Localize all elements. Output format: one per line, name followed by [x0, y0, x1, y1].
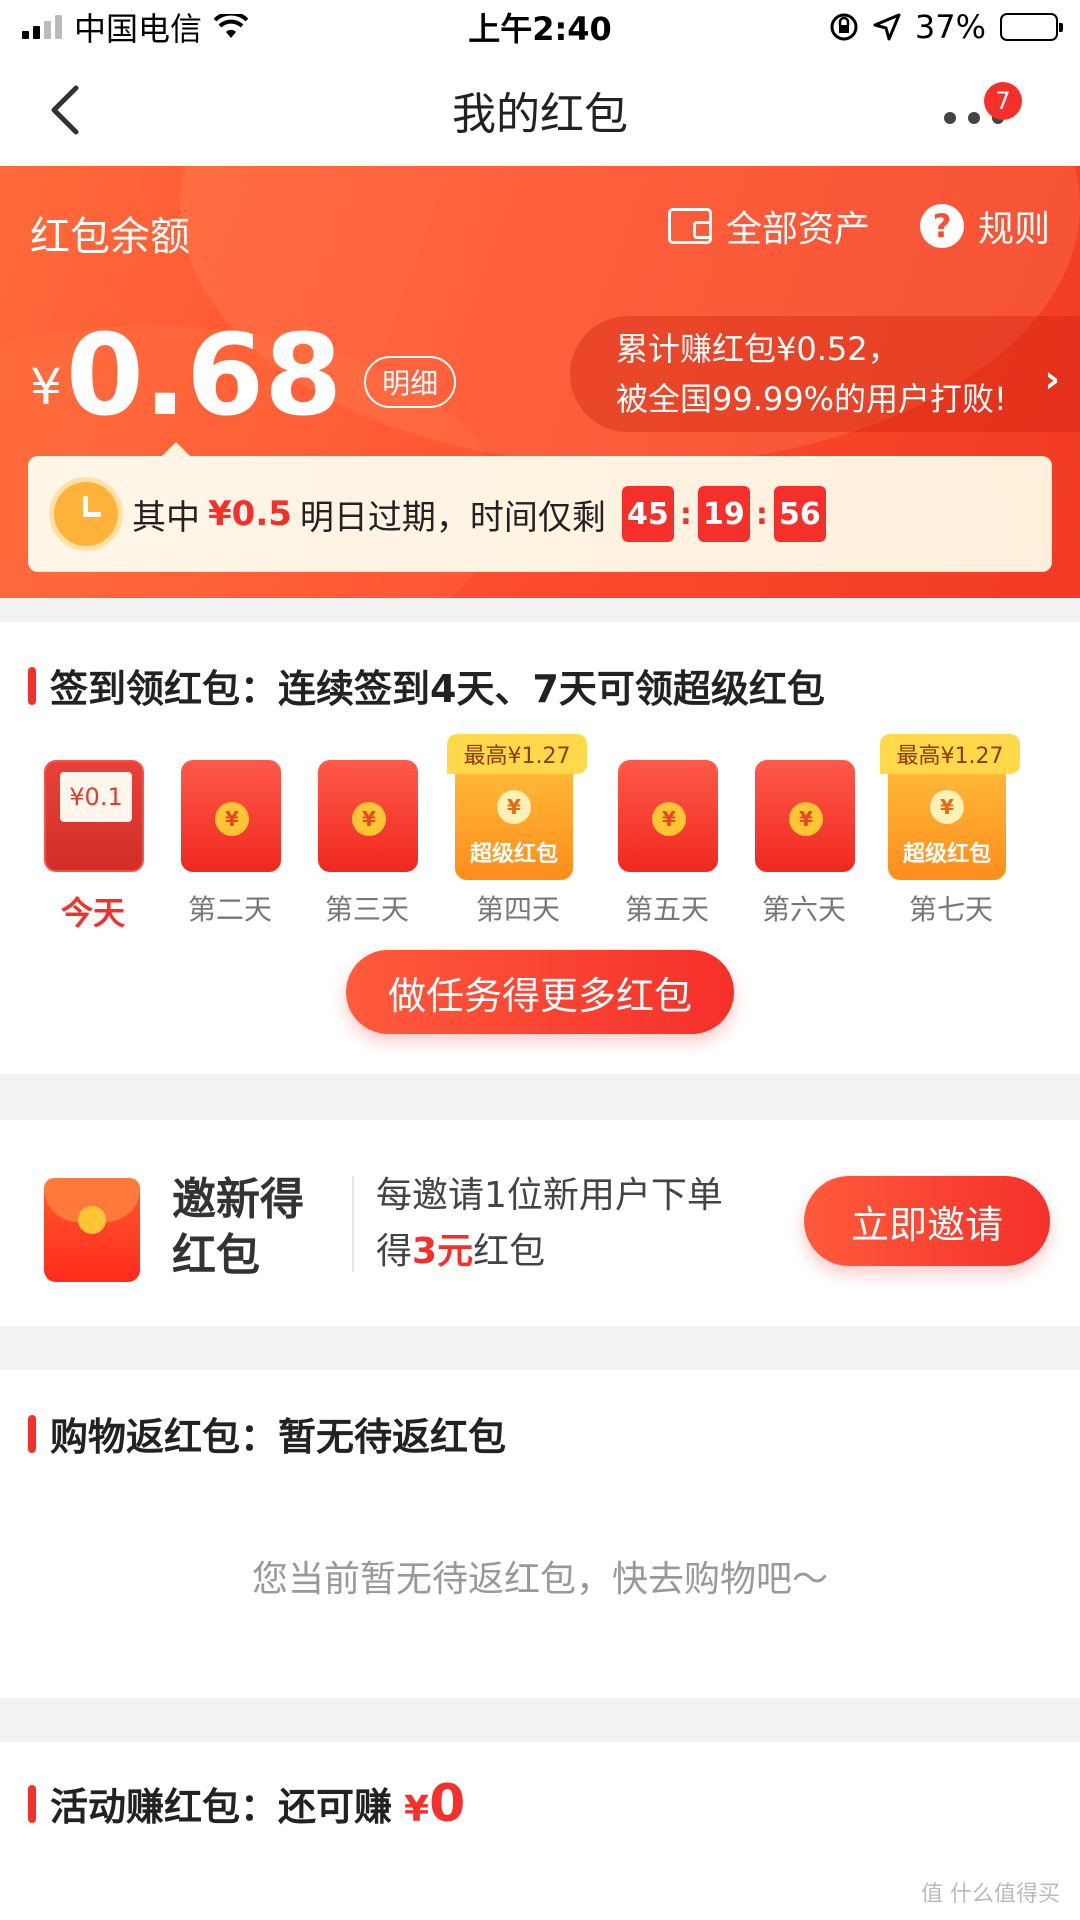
day-label: 今天 — [60, 894, 125, 932]
wallet-icon — [667, 208, 712, 244]
detail-button[interactable]: 明细 — [364, 356, 457, 408]
activity-amount: ¥ 0 — [404, 1778, 465, 1830]
notification-badge: 7 — [984, 82, 1022, 120]
back-arrow-icon[interactable] — [40, 82, 96, 138]
activity-currency: ¥ — [404, 1788, 430, 1830]
invite-now-button[interactable]: 立即邀请 — [804, 1176, 1050, 1266]
expire-notice: 其中 ¥0.5 明日过期，时间仅剩 45 : 19 : 56 — [28, 456, 1052, 572]
activity-title: 活动赚红包：还可赚 — [50, 1785, 393, 1829]
day-label: 第七天 — [908, 893, 993, 926]
battery-icon — [1000, 13, 1063, 41]
invite-envelope-icon — [44, 1178, 140, 1282]
location-icon — [873, 13, 901, 41]
status-bar: 中国电信 上午2:40 37% — [0, 0, 1080, 54]
yen-coin-icon: ¥ — [930, 790, 964, 824]
checkin-title: 签到领红包：连续签到4天、7天可领超级红包 — [50, 667, 825, 711]
shopping-title: 购物返红包：暂无待返红包 — [50, 1415, 507, 1459]
invite-description: 每邀请1位新用户下单 得3元红包 — [376, 1168, 776, 1280]
earned-line-2: 被全国99.99%的用户打败! — [616, 380, 1007, 418]
section-accent-bar — [28, 1414, 36, 1453]
red-envelope-icon: ¥ — [318, 760, 418, 872]
balance-currency: ¥ — [30, 358, 62, 416]
red-packet-page: 中国电信 上午2:40 37% 我的红包 7 红包余额 全部资产 ? 规则 ¥ … — [0, 0, 1080, 1920]
signal-icon — [22, 15, 62, 39]
balance-label: 红包余额 — [30, 214, 190, 260]
activity-value: 0 — [429, 1773, 466, 1834]
all-assets-label: 全部资产 — [725, 209, 870, 250]
all-assets-link[interactable]: 全部资产 — [667, 200, 870, 252]
countdown-hours: 45 — [621, 486, 674, 542]
checkin-day-1[interactable]: ¥0.1 今天 — [28, 740, 158, 932]
invite-reward-amount: 3元 — [412, 1231, 474, 1272]
max-reward-tag: 最高¥1.27 — [880, 734, 1020, 774]
invite-desc-pre: 得 — [376, 1231, 413, 1272]
day-label: 第四天 — [475, 893, 560, 926]
checkin-day-6[interactable]: ¥ 第六天 — [739, 740, 869, 926]
red-envelope-icon: ¥0.1 — [44, 760, 144, 872]
watermark-text: 值 什么值得买 — [921, 1882, 1060, 1907]
rotation-lock-icon — [830, 13, 858, 41]
checkin-day-7[interactable]: 最高¥1.27 ¥ 超级红包 第七天 — [880, 734, 1022, 926]
checkin-day-4[interactable]: 最高¥1.27 ¥ 超级红包 第四天 — [447, 734, 589, 926]
balance-amount: ¥ 0.68 明细 — [30, 311, 457, 441]
day-label: 第二天 — [187, 893, 272, 926]
invite-desc-post: 红包 — [473, 1231, 546, 1272]
section-accent-bar — [28, 666, 36, 705]
invite-card: 邀新得红包 每邀请1位新用户下单 得3元红包 立即邀请 — [0, 1120, 1080, 1326]
invite-desc-line-1: 每邀请1位新用户下单 — [376, 1175, 723, 1216]
super-envelope-icon: ¥ 超级红包 — [455, 760, 573, 880]
divider — [352, 1176, 354, 1272]
expire-suffix: 明日过期，时间仅剩 — [299, 497, 606, 538]
more-menu-button[interactable]: 7 — [944, 82, 1024, 142]
checkin-day-2[interactable]: ¥ 第二天 — [165, 740, 295, 926]
empty-state-text: 您当前暂无待返红包，快去购物吧～ — [251, 1559, 828, 1600]
invite-title: 邀新得红包 — [172, 1174, 304, 1281]
super-envelope-label: 超级红包 — [902, 842, 991, 867]
red-envelope-icon: ¥ — [755, 760, 855, 872]
wifi-icon — [214, 14, 249, 38]
watermark: 值 什么值得买 — [921, 1876, 1060, 1908]
expire-amount: ¥0.5 — [208, 494, 292, 534]
today-reward: ¥0.1 — [60, 772, 132, 822]
rules-link[interactable]: ? 规则 — [919, 200, 1050, 252]
battery-percent: 37% — [914, 8, 986, 46]
day-label: 第三天 — [324, 893, 409, 926]
shopping-rebate-card: 购物返红包：暂无待返红包 您当前暂无待返红包，快去购物吧～ — [0, 1370, 1080, 1698]
red-envelope-icon: ¥ — [181, 760, 281, 872]
clock-icon — [54, 482, 118, 546]
navigation-bar: 我的红包 7 — [0, 54, 1080, 166]
question-icon: ? — [919, 204, 964, 248]
rules-label: 规则 — [977, 209, 1050, 250]
earned-summary[interactable]: 累计赚红包¥0.52， 被全国99.99%的用户打败! › — [570, 316, 1080, 432]
yen-coin-icon: ¥ — [352, 802, 386, 836]
balance-hero: 红包余额 全部资产 ? 规则 ¥ 0.68 明细 累计赚红包¥0.52， 被全国… — [0, 166, 1080, 598]
day-label: 第六天 — [761, 893, 846, 926]
checkin-days: ¥0.1 今天 ¥ 第二天 ¥ 第三天 最高¥1.27 ¥ 超级红包 第四天 ¥… — [28, 734, 1052, 932]
checkin-card: 签到领红包：连续签到4天、7天可领超级红包 ¥0.1 今天 ¥ 第二天 ¥ 第三… — [0, 622, 1080, 1074]
do-tasks-button[interactable]: 做任务得更多红包 — [346, 950, 734, 1034]
checkin-day-5[interactable]: ¥ 第五天 — [602, 740, 732, 926]
super-envelope-label: 超级红包 — [469, 842, 558, 867]
expire-prefix: 其中 — [132, 497, 200, 538]
carrier-name: 中国电信 — [74, 10, 203, 48]
balance-value: 0.68 — [65, 311, 343, 441]
super-envelope-icon: ¥ 超级红包 — [888, 760, 1006, 880]
yen-coin-icon: ¥ — [497, 790, 531, 824]
max-reward-tag: 最高¥1.27 — [447, 734, 587, 774]
checkin-day-3[interactable]: ¥ 第三天 — [302, 740, 432, 926]
red-envelope-icon: ¥ — [618, 760, 718, 872]
status-time: 上午2:40 — [468, 10, 612, 48]
page-title: 我的红包 — [452, 89, 628, 140]
section-accent-bar — [28, 1784, 36, 1823]
earned-line-1: 累计赚红包¥0.52， — [616, 330, 900, 368]
countdown-minutes: 19 — [697, 486, 750, 542]
day-label: 第五天 — [624, 893, 709, 926]
yen-coin-icon: ¥ — [789, 802, 823, 836]
yen-coin-icon: ¥ — [215, 802, 249, 836]
countdown-seconds: 56 — [773, 486, 826, 542]
chevron-right-icon: › — [1044, 357, 1060, 401]
yen-coin-icon: ¥ — [652, 802, 686, 836]
countdown-timer: 45 : 19 : 56 — [621, 486, 826, 542]
activity-card: 活动赚红包：还可赚 ¥ 0 值 什么值得买 — [0, 1742, 1080, 1920]
